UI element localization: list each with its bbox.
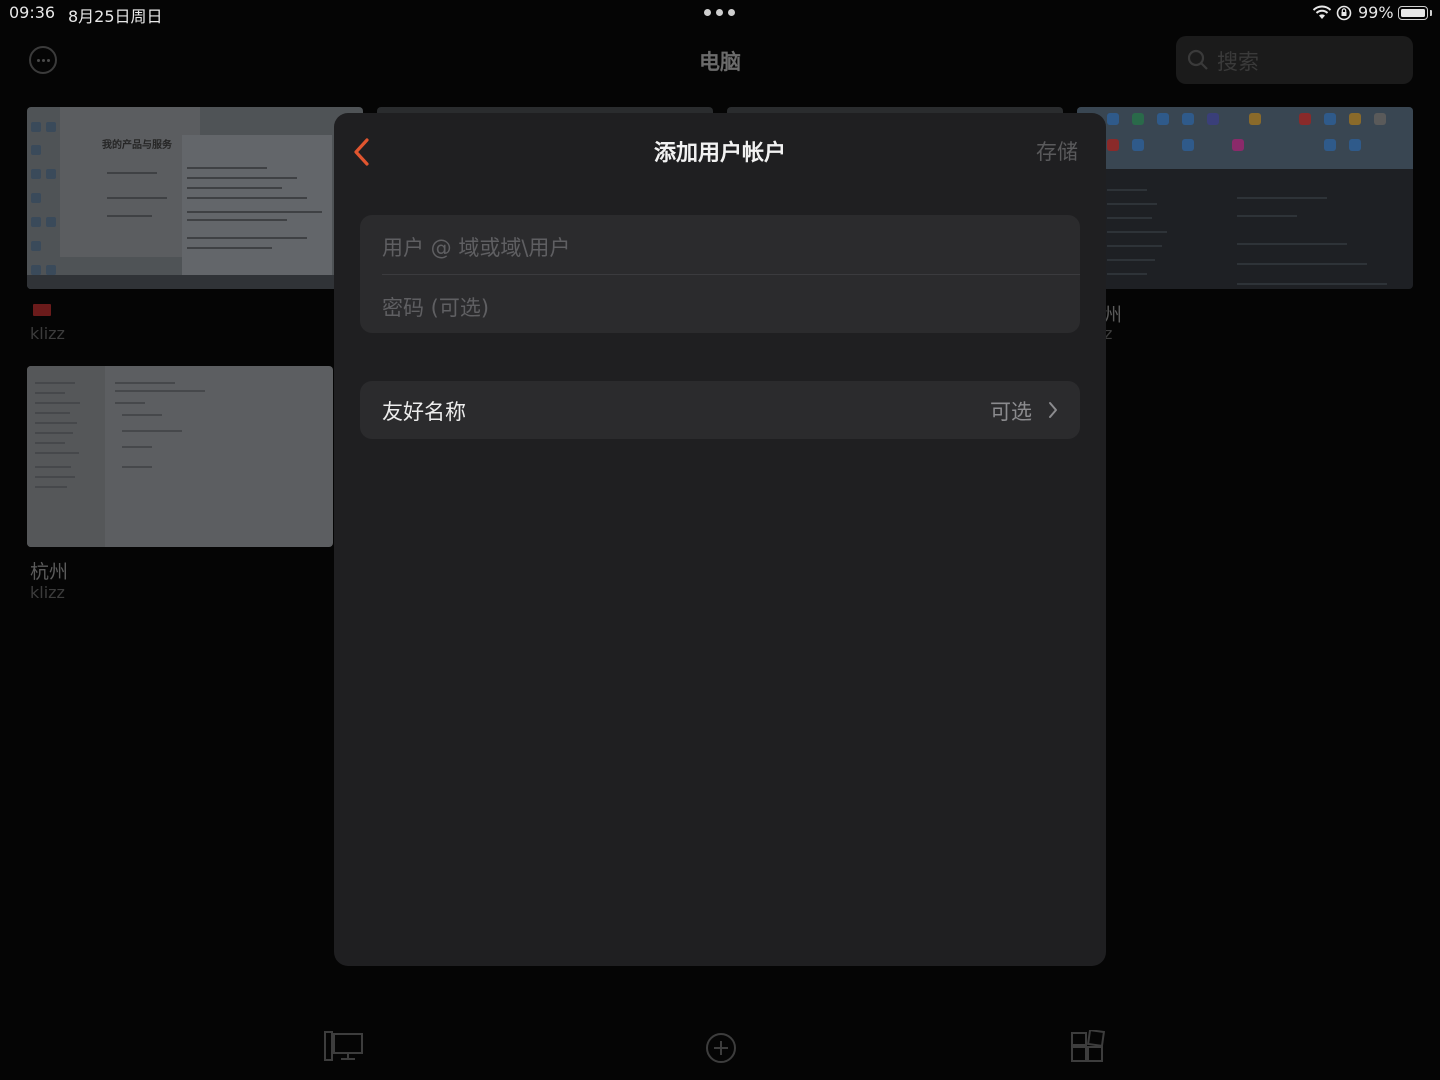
grid-icon[interactable] — [1071, 1030, 1105, 1064]
desktop-card-user: klizz — [30, 324, 65, 343]
status-date: 8月25日周日 — [68, 7, 163, 26]
battery-percentage: 99% — [1358, 3, 1394, 22]
multitasking-dots-icon[interactable] — [704, 9, 736, 17]
search-icon — [1187, 49, 1208, 70]
thumbnail-window-heading: 我的产品与服务 — [102, 140, 172, 151]
desktop-thumbnail[interactable] — [1077, 107, 1413, 289]
search-placeholder: 搜索 — [1217, 50, 1259, 74]
save-button[interactable]: 存储 — [1036, 136, 1078, 166]
desktop-icon[interactable] — [324, 1030, 364, 1062]
desktop-card-name: 杭州 — [30, 561, 69, 583]
desktop-thumbnail[interactable]: 我的产品与服务 — [27, 107, 363, 289]
desktop-thumbnail[interactable] — [27, 366, 333, 547]
desktop-card-user: klizz — [30, 583, 65, 602]
flag-icon — [33, 304, 51, 316]
username-field[interactable]: 用户 @ 域或域\用户 — [382, 232, 570, 262]
search-input[interactable]: 搜索 — [1176, 36, 1413, 84]
divider — [382, 274, 1080, 275]
tab-bar — [0, 1010, 1440, 1080]
status-bar: 09:36 8月25日周日 99% — [0, 0, 1440, 28]
orientation-lock-icon — [1336, 5, 1352, 21]
battery-icon — [1398, 6, 1428, 20]
add-user-account-dialog: 添加用户帐户 存储 用户 @ 域或域\用户 密码 (可选) 友好名称 可选 — [334, 113, 1106, 966]
status-time: 09:36 — [9, 3, 56, 22]
friendly-name-value: 可选 — [990, 400, 1032, 424]
friendly-name-label: 友好名称 — [382, 400, 466, 424]
add-icon[interactable] — [705, 1032, 737, 1064]
credentials-group: 用户 @ 域或域\用户 密码 (可选) — [360, 215, 1080, 333]
battery-tip — [1430, 10, 1432, 16]
friendly-name-row[interactable]: 友好名称 可选 — [360, 381, 1080, 439]
dialog-title: 添加用户帐户 — [653, 141, 786, 166]
password-field[interactable]: 密码 (可选) — [382, 292, 489, 322]
chevron-right-icon — [1049, 402, 1057, 418]
wifi-icon — [1312, 5, 1332, 19]
